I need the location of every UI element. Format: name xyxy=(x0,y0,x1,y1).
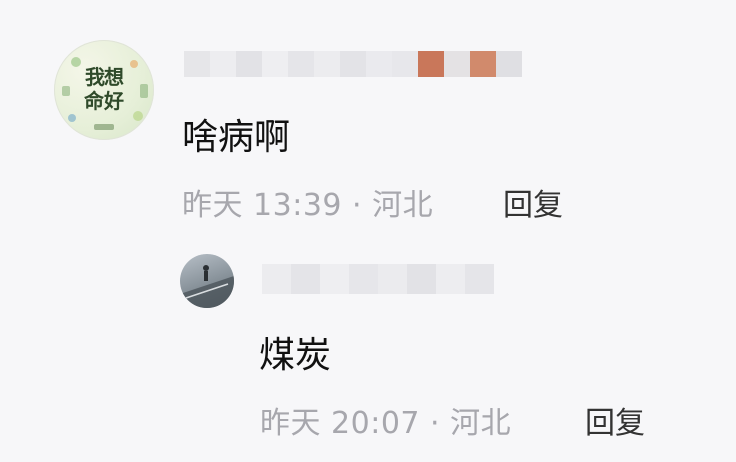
commenter-username-obscured[interactable] xyxy=(184,51,522,77)
avatar-photo-icon xyxy=(180,265,234,308)
reply-button[interactable]: 回复 xyxy=(585,398,645,442)
comment-meta: 昨天 13:39 · 河北 xyxy=(182,188,434,223)
avatar-text: 我想 xyxy=(85,65,124,89)
reply-meta: 昨天 20:07 · 河北 xyxy=(260,406,512,441)
commenter-avatar[interactable]: 我想 命好 xyxy=(54,40,154,140)
replier-avatar[interactable] xyxy=(180,254,234,308)
comment-thread: 我想 命好 啥病啊 昨天 13:39 · 河北 回复 煤炭 昨天 20:07 ·… xyxy=(0,0,736,462)
comment-text: 啥病啊 xyxy=(182,117,291,158)
avatar-text: 命好 xyxy=(84,89,124,113)
reply-text: 煤炭 xyxy=(259,335,332,376)
reply-button[interactable]: 回复 xyxy=(503,180,563,224)
replier-username-obscured[interactable] xyxy=(262,264,494,294)
